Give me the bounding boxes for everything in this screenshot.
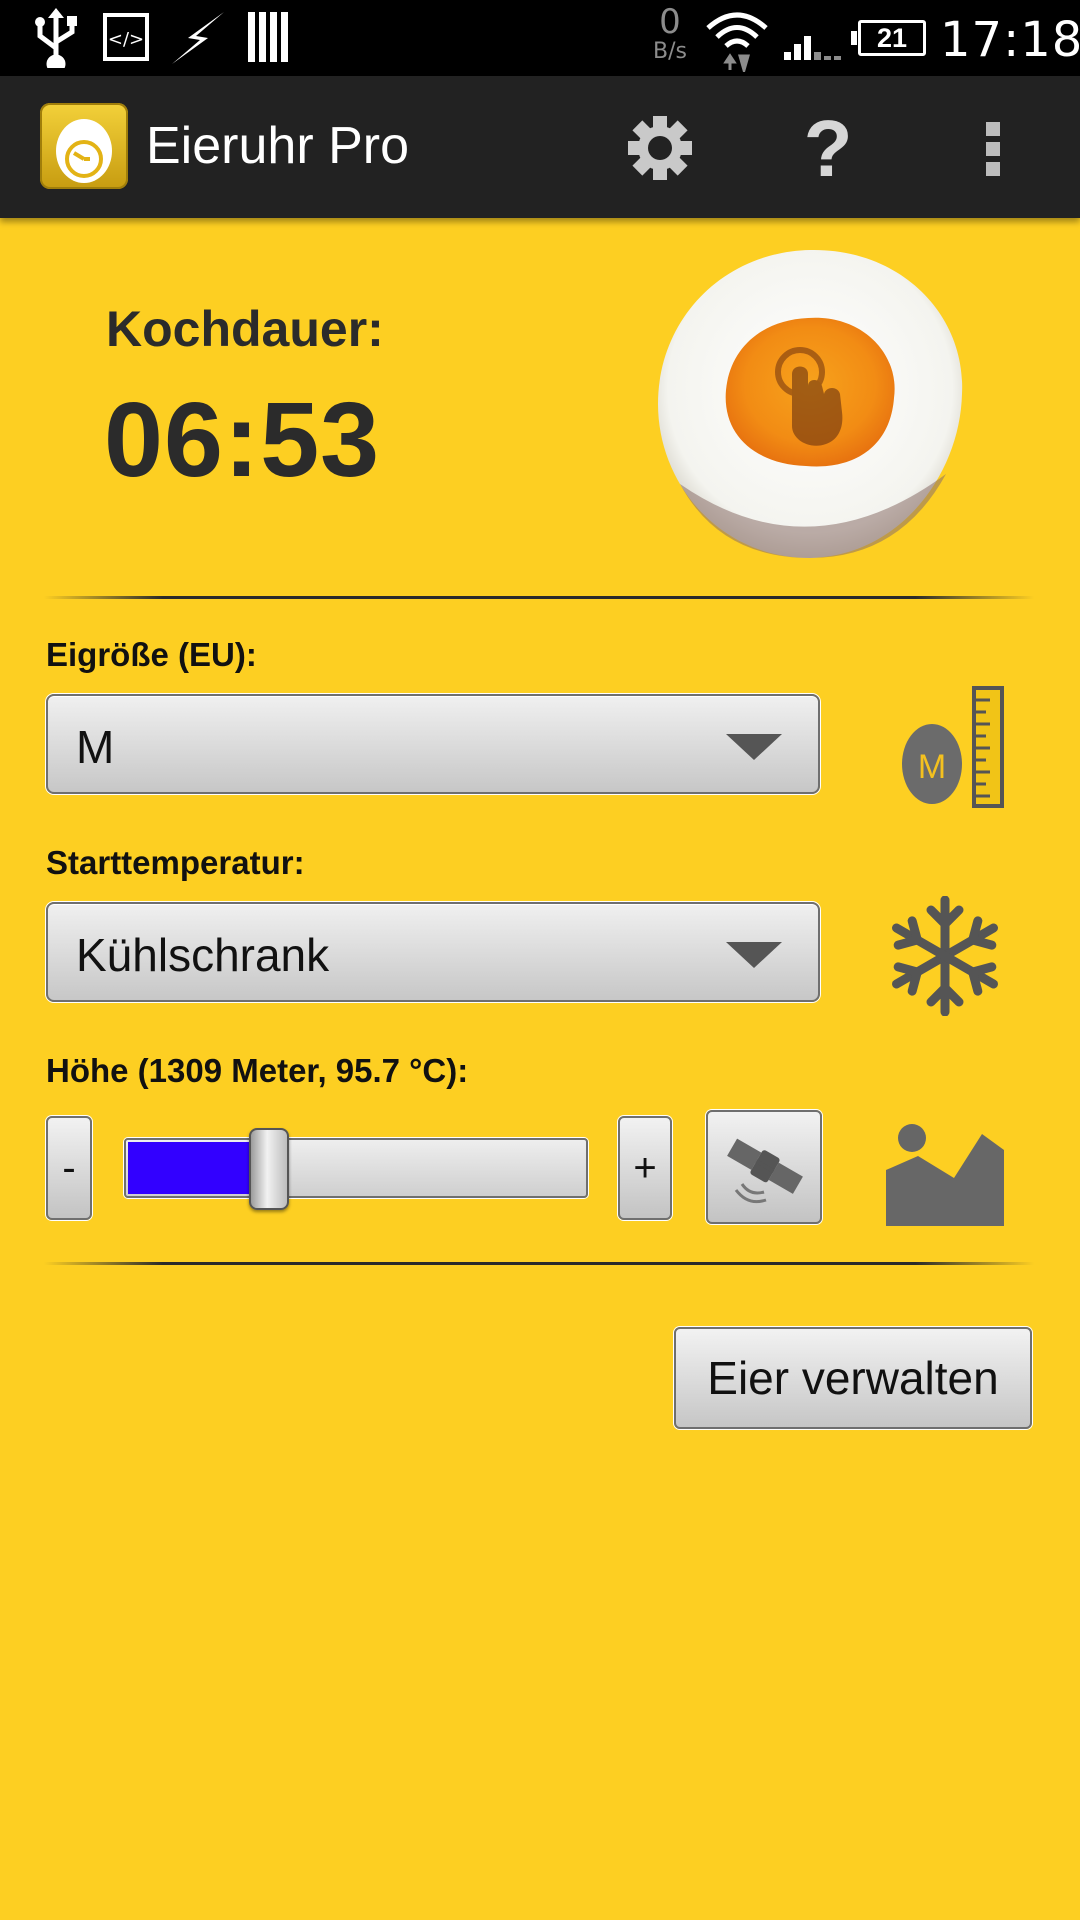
mountain-icon [886,1124,1004,1226]
satellite-icon [727,1138,803,1204]
egg-size-ruler-icon: M [902,686,1004,808]
help-icon: ? [804,104,853,193]
egg-size-value: M [76,721,115,773]
clock: 17:18 [940,12,1080,68]
overflow-menu-icon [986,122,1000,176]
lightning-icon [172,12,224,64]
wifi-icon [706,12,768,72]
egg-start-button[interactable] [650,244,972,564]
altitude-decrease-button[interactable]: - [46,1116,92,1220]
network-speed-value: 0 [659,2,681,42]
app-title: Eieruhr Pro [146,117,409,175]
chevron-down-icon [726,942,782,968]
minus-label: - [62,1146,76,1190]
altitude-slider[interactable] [124,1138,588,1198]
cooking-time-label: Kochdauer: [106,301,384,357]
network-speed-unit: B/s [653,39,687,64]
usb-icon [35,8,77,68]
action-bar: Eieruhr Pro ? [0,76,1080,218]
network-speed: 0 B/s [648,4,692,64]
svg-text:?: ? [804,106,853,190]
egg-size-dropdown[interactable]: M [46,694,820,794]
gps-locate-button[interactable] [706,1110,822,1224]
code-icon: </> [103,13,149,61]
altitude-increase-button[interactable]: + [618,1116,672,1220]
altitude-slider-thumb[interactable] [249,1128,289,1210]
plus-label: + [633,1146,657,1190]
bars-icon [248,12,288,62]
settings-button[interactable] [620,106,700,190]
gear-icon [628,116,692,180]
overflow-menu-button[interactable] [956,106,1016,190]
help-button[interactable]: ? [788,104,868,193]
battery-icon: 21 [851,20,926,56]
start-temperature-dropdown[interactable]: Kühlschrank [46,902,820,1002]
divider [44,1262,1034,1265]
start-temperature-value: Kühlschrank [76,929,330,981]
snowflake-icon [892,896,998,1016]
chevron-down-icon [726,734,782,760]
start-temperature-label: Starttemperatur: [46,844,305,881]
altitude-label: Höhe (1309 Meter, 95.7 °C): [46,1052,469,1089]
cooking-time-value: 06:53 [104,381,381,499]
app-egg-clock-icon[interactable] [40,103,128,189]
signal-icon [784,36,841,60]
status-bar: </> 0 B/s 21 17:18 [0,0,1080,76]
egg-size-icon-letter: M [918,748,946,786]
svg-text:</>: </> [108,29,144,50]
divider [44,596,1034,599]
manage-eggs-button[interactable]: Eier verwalten [674,1327,1032,1429]
egg-size-label: Eigröße (EU): [46,636,257,673]
